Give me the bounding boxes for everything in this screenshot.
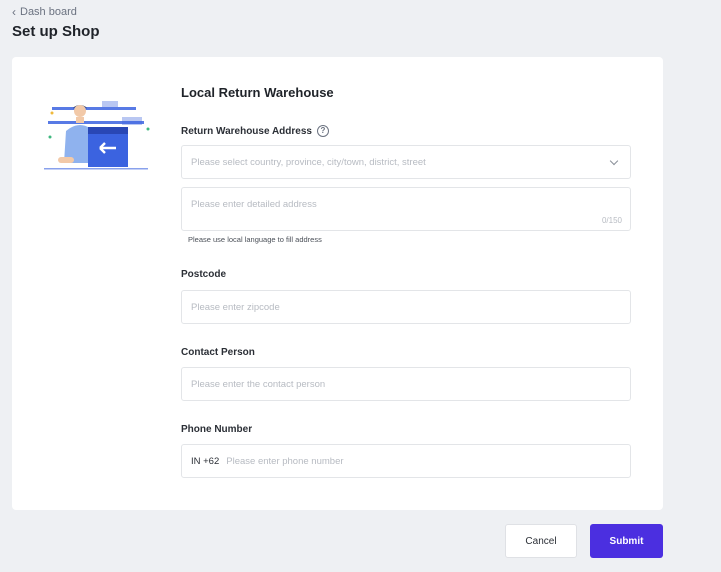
contact-person-input[interactable]: Please enter the contact person <box>181 367 631 401</box>
country-code-prefix[interactable]: IN +62 <box>191 456 219 467</box>
address-hint: Please use local language to fill addres… <box>188 235 322 244</box>
chevron-left-icon: ‹ <box>12 5 16 19</box>
detailed-address-placeholder: Please enter detailed address <box>191 199 317 210</box>
phone-number-input[interactable]: IN +62 Please enter phone number <box>181 444 631 478</box>
chevron-down-icon <box>609 156 619 165</box>
warehouse-return-illustration <box>44 101 150 170</box>
contact-person-placeholder: Please enter the contact person <box>191 378 326 390</box>
postcode-label: Postcode <box>181 269 227 280</box>
page-title: Set up Shop <box>12 23 100 40</box>
region-select-placeholder: Please select country, province, city/to… <box>191 156 426 168</box>
cancel-button[interactable]: Cancel <box>505 524 577 558</box>
char-counter: 0/150 <box>601 216 622 225</box>
postcode-placeholder: Please enter zipcode <box>191 301 280 313</box>
address-label: Return Warehouse Address ? <box>181 125 329 137</box>
breadcrumb-dashboard-link[interactable]: Dash board <box>20 6 77 18</box>
phone-number-placeholder: Please enter phone number <box>226 455 344 467</box>
section-title: Local Return Warehouse <box>181 85 334 100</box>
detailed-address-field[interactable]: Please enter detailed address 0/150 <box>181 187 631 231</box>
submit-button[interactable]: Submit <box>590 524 663 558</box>
postcode-input[interactable]: Please enter zipcode <box>181 290 631 324</box>
warehouse-form-card: Local Return Warehouse Return Warehouse … <box>12 57 663 510</box>
region-select[interactable]: Please select country, province, city/to… <box>181 145 631 179</box>
breadcrumb[interactable]: ‹ Dash board <box>12 6 77 18</box>
phone-number-label: Phone Number <box>181 424 253 435</box>
address-label-text: Return Warehouse Address <box>181 125 312 137</box>
question-circle-icon[interactable]: ? <box>316 125 329 137</box>
contact-person-label: Contact Person <box>181 347 255 358</box>
